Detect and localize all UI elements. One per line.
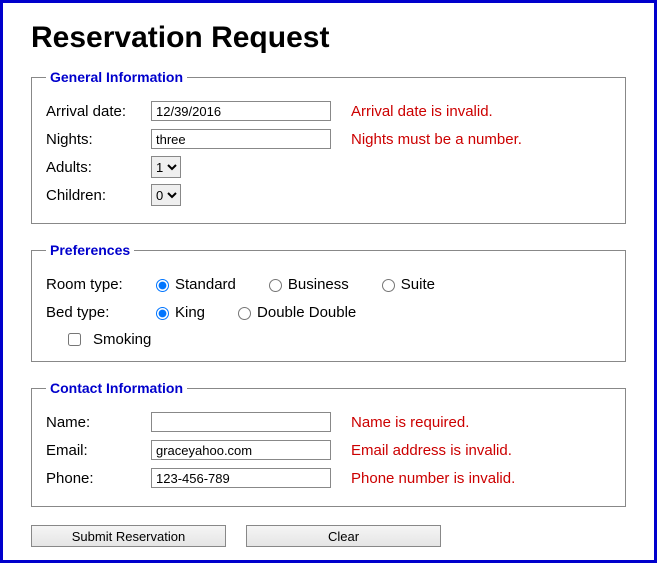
label-phone: Phone: bbox=[46, 470, 151, 487]
row-phone: Phone: Phone number is invalid. bbox=[46, 466, 611, 490]
radio-double[interactable] bbox=[238, 307, 251, 320]
name-input[interactable] bbox=[151, 412, 331, 432]
button-row: Submit Reservation Clear bbox=[31, 525, 626, 547]
arrival-date-input[interactable] bbox=[151, 101, 331, 121]
label-arrival: Arrival date: bbox=[46, 103, 151, 120]
radio-business-wrap: Business bbox=[264, 276, 349, 293]
smoking-checkbox[interactable] bbox=[68, 333, 81, 346]
radio-double-label: Double Double bbox=[257, 304, 356, 321]
row-arrival: Arrival date: Arrival date is invalid. bbox=[46, 99, 611, 123]
form-container: Reservation Request General Information … bbox=[0, 0, 657, 563]
row-smoking: Smoking bbox=[64, 330, 611, 349]
field-arrival bbox=[151, 101, 351, 121]
clear-button[interactable]: Clear bbox=[246, 525, 441, 547]
row-name: Name: Name is required. bbox=[46, 410, 611, 434]
children-select[interactable]: 0 bbox=[151, 184, 181, 206]
radio-suite-label: Suite bbox=[401, 276, 435, 293]
error-arrival: Arrival date is invalid. bbox=[351, 103, 493, 120]
field-email bbox=[151, 440, 351, 460]
legend-contact: Contact Information bbox=[46, 380, 187, 396]
fieldset-preferences: Preferences Room type: Standard Business… bbox=[31, 242, 626, 362]
label-roomtype: Room type: bbox=[46, 276, 151, 293]
nights-input[interactable] bbox=[151, 129, 331, 149]
row-nights: Nights: Nights must be a number. bbox=[46, 127, 611, 151]
phone-input[interactable] bbox=[151, 468, 331, 488]
row-adults: Adults: 1 bbox=[46, 155, 611, 179]
field-nights bbox=[151, 129, 351, 149]
field-children: 0 bbox=[151, 184, 351, 206]
bedtype-group: King Double Double bbox=[151, 304, 378, 321]
radio-suite[interactable] bbox=[382, 279, 395, 292]
radio-suite-wrap: Suite bbox=[377, 276, 435, 293]
row-children: Children: 0 bbox=[46, 183, 611, 207]
submit-button[interactable]: Submit Reservation bbox=[31, 525, 226, 547]
label-nights: Nights: bbox=[46, 131, 151, 148]
smoking-wrap: Smoking bbox=[64, 330, 611, 349]
email-input[interactable] bbox=[151, 440, 331, 460]
label-bedtype: Bed type: bbox=[46, 304, 151, 321]
radio-king-label: King bbox=[175, 304, 205, 321]
fieldset-general: General Information Arrival date: Arriva… bbox=[31, 69, 626, 224]
label-children: Children: bbox=[46, 187, 151, 204]
error-phone: Phone number is invalid. bbox=[351, 470, 515, 487]
label-email: Email: bbox=[46, 442, 151, 459]
page-title: Reservation Request bbox=[31, 21, 626, 55]
fieldset-contact: Contact Information Name: Name is requir… bbox=[31, 380, 626, 507]
radio-king-wrap: King bbox=[151, 304, 205, 321]
row-roomtype: Room type: Standard Business Suite bbox=[46, 272, 611, 296]
smoking-label: Smoking bbox=[93, 331, 151, 348]
row-bedtype: Bed type: King Double Double bbox=[46, 300, 611, 324]
radio-standard-wrap: Standard bbox=[151, 276, 236, 293]
field-phone bbox=[151, 468, 351, 488]
roomtype-group: Standard Business Suite bbox=[151, 276, 457, 293]
adults-select[interactable]: 1 bbox=[151, 156, 181, 178]
label-adults: Adults: bbox=[46, 159, 151, 176]
error-nights: Nights must be a number. bbox=[351, 131, 522, 148]
radio-business-label: Business bbox=[288, 276, 349, 293]
error-email: Email address is invalid. bbox=[351, 442, 512, 459]
radio-king[interactable] bbox=[156, 307, 169, 320]
legend-general: General Information bbox=[46, 69, 187, 85]
field-adults: 1 bbox=[151, 156, 351, 178]
radio-standard[interactable] bbox=[156, 279, 169, 292]
radio-business[interactable] bbox=[269, 279, 282, 292]
field-name bbox=[151, 412, 351, 432]
legend-preferences: Preferences bbox=[46, 242, 134, 258]
error-name: Name is required. bbox=[351, 414, 469, 431]
row-email: Email: Email address is invalid. bbox=[46, 438, 611, 462]
radio-standard-label: Standard bbox=[175, 276, 236, 293]
label-name: Name: bbox=[46, 414, 151, 431]
radio-double-wrap: Double Double bbox=[233, 304, 356, 321]
